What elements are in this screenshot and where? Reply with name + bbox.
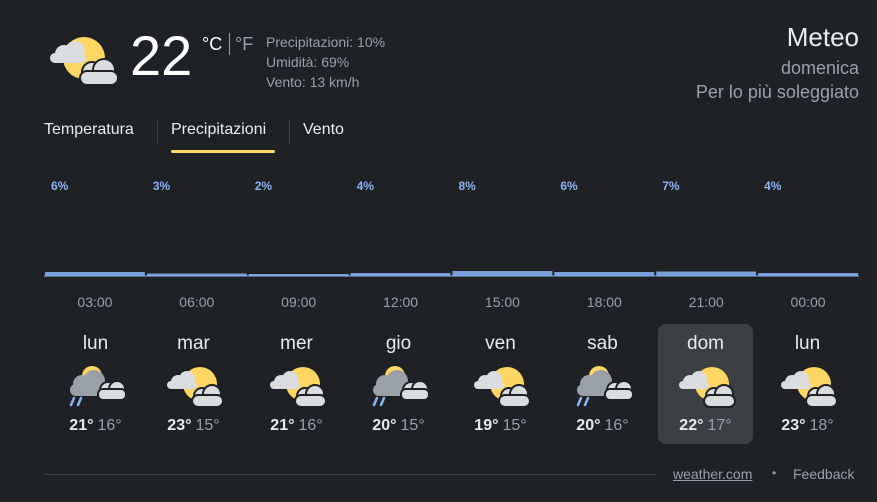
day-temperatures: 19° 15° xyxy=(453,417,548,435)
day-name: mar xyxy=(177,333,210,354)
tab-divider xyxy=(157,120,158,144)
hour-tick-label: 18:00 xyxy=(586,294,622,310)
day-card[interactable]: mar 23° 15° xyxy=(146,324,241,444)
day-card[interactable]: sab 20° 16° xyxy=(555,324,650,444)
min-temp: 15° xyxy=(400,417,425,434)
precip-value-label: 7% xyxy=(662,179,680,193)
min-temp: 18° xyxy=(809,417,834,434)
precip-value-label: 6% xyxy=(51,179,69,193)
tab-temperature[interactable]: Temperatura xyxy=(44,121,134,139)
precip-bar xyxy=(45,272,145,276)
precip-value-label: 4% xyxy=(357,179,375,193)
min-temp: 16° xyxy=(97,417,122,434)
precip-value-label: 6% xyxy=(560,179,578,193)
unit-fahrenheit-toggle[interactable]: °F xyxy=(235,34,253,55)
day-card[interactable]: gio 20° 15° xyxy=(351,324,446,444)
rain-cloud-icon xyxy=(69,366,126,407)
day-name: dom xyxy=(687,333,724,354)
min-temp: 16° xyxy=(604,417,629,434)
day-temperatures: 23° 18° xyxy=(760,417,855,435)
humidity-value: Umidità: 69% xyxy=(266,54,350,70)
day-temperatures: 23° 15° xyxy=(146,417,241,435)
day-name: gio xyxy=(385,333,412,354)
day-card[interactable]: lun 21° 16° xyxy=(48,324,143,444)
min-temp: 15° xyxy=(195,417,220,434)
precip-value-label: 4% xyxy=(764,179,782,193)
min-temp: 17° xyxy=(707,417,732,434)
precip-value-label: 3% xyxy=(153,179,171,193)
hour-tick-label: 15:00 xyxy=(484,294,520,310)
partly-sunny-icon xyxy=(474,367,531,408)
precip-value-label: 2% xyxy=(255,179,273,193)
day-card[interactable]: lun 23° 18° xyxy=(760,324,855,444)
day-name: lun xyxy=(82,333,109,354)
rain-cloud-icon xyxy=(576,366,633,407)
unit-separator xyxy=(229,33,230,55)
feedback-link[interactable]: Feedback xyxy=(793,466,854,482)
source-link[interactable]: weather.com xyxy=(673,466,752,482)
max-temp: 21° xyxy=(270,417,295,434)
day-temperatures: 22° 17° xyxy=(658,417,753,435)
precip-value-label: 8% xyxy=(459,179,477,193)
hour-tick-label: 09:00 xyxy=(281,294,317,310)
day-name: lun xyxy=(794,333,821,354)
rain-cloud-icon xyxy=(372,366,429,407)
partly-sunny-icon xyxy=(167,367,224,408)
max-temp: 19° xyxy=(474,417,499,434)
partly-sunny-icon xyxy=(270,367,327,408)
footer-divider xyxy=(44,474,656,475)
footer-separator: • xyxy=(772,466,777,480)
current-day: domenica xyxy=(780,58,859,78)
tab-wind[interactable]: Vento xyxy=(303,121,344,139)
weather-title: Meteo xyxy=(786,22,859,52)
day-card[interactable]: dom 22° 17° xyxy=(658,324,753,444)
day-temperatures: 21° 16° xyxy=(48,417,143,435)
day-card[interactable]: ven 19° 15° xyxy=(453,324,548,444)
day-temperatures: 21° 16° xyxy=(249,417,344,435)
max-temp: 23° xyxy=(781,417,806,434)
precip-bar xyxy=(656,271,757,276)
day-name: sab xyxy=(587,333,618,354)
hour-tick-label: 12:00 xyxy=(383,294,419,310)
current-condition: Per lo più soleggiato xyxy=(695,82,859,102)
tab-divider xyxy=(289,120,290,144)
max-temp: 23° xyxy=(167,417,192,434)
selected-tab-indicator xyxy=(171,150,275,153)
precipitation-value: Precipitazioni: 10% xyxy=(266,34,386,50)
partly-sunny-icon xyxy=(50,37,119,86)
max-temp: 20° xyxy=(372,417,397,434)
partly-sunny-icon xyxy=(679,367,736,408)
max-temp: 21° xyxy=(69,417,94,434)
max-temp: 20° xyxy=(576,417,601,434)
day-temperatures: 20° 15° xyxy=(351,417,446,435)
wind-value: Vento: 13 km/h xyxy=(266,74,360,90)
partly-sunny-icon xyxy=(781,367,838,408)
day-card[interactable]: mer 21° 16° xyxy=(249,324,344,444)
day-temperatures: 20° 16° xyxy=(555,417,650,435)
day-name: mer xyxy=(280,333,313,354)
hour-tick-label: 21:00 xyxy=(688,294,724,310)
min-temp: 15° xyxy=(502,417,527,434)
unit-celsius-toggle[interactable]: °C xyxy=(202,34,222,55)
hour-tick-label: 06:00 xyxy=(179,294,215,310)
current-temperature: 22 xyxy=(130,24,193,87)
hour-tick-label: 03:00 xyxy=(77,294,113,310)
max-temp: 22° xyxy=(679,417,704,434)
min-temp: 16° xyxy=(298,417,323,434)
precipitation-chart: 6% 3% 2% 4% 8% 6% 7% 4% xyxy=(44,179,859,277)
hour-tick-label: 00:00 xyxy=(790,294,826,310)
precip-bar xyxy=(554,272,655,276)
precip-bar xyxy=(452,271,553,276)
tab-precipitation[interactable]: Precipitazioni xyxy=(171,121,266,139)
day-name: ven xyxy=(485,333,516,354)
